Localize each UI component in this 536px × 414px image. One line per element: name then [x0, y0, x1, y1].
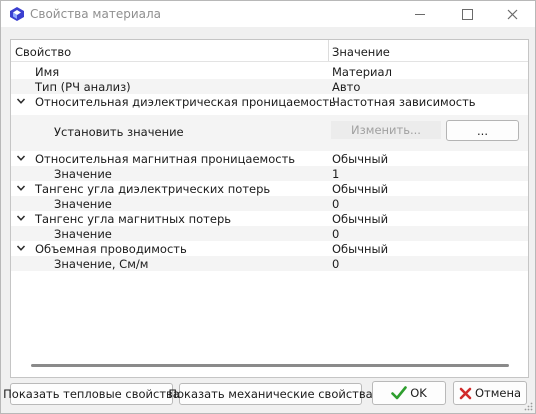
property-row-dielectric-loss-value[interactable]: Значение 0: [11, 196, 528, 211]
property-row-permeability[interactable]: Относительная магнитная проницаемость Об…: [11, 151, 528, 166]
property-label: Тангенс угла диэлектрических потерь: [35, 182, 271, 196]
property-row-set-value: Установить значение Изменить... ...: [11, 115, 528, 151]
material-properties-dialog: Свойства материала Свойство Значение Имя…: [0, 0, 536, 414]
property-label: Относительная диэлектрическая проницаемо…: [35, 95, 336, 109]
property-label: Имя: [35, 65, 60, 79]
property-grid: Свойство Значение Имя Материал Тип (РЧ а…: [10, 39, 529, 378]
chevron-down-icon[interactable]: [16, 213, 26, 223]
chevron-down-icon[interactable]: [16, 243, 26, 253]
show-mechanical-properties-button[interactable]: Показать механические свойства: [168, 383, 373, 405]
property-row-magnetic-loss-value[interactable]: Значение 0: [11, 226, 528, 241]
property-row-magnetic-loss[interactable]: Тангенс угла магнитных потерь Обычный: [11, 211, 528, 226]
property-label: Объемная проводимость: [35, 242, 187, 256]
property-label: Относительная магнитная проницаемость: [35, 152, 296, 166]
horizontal-scrollbar[interactable]: [31, 364, 509, 367]
property-value[interactable]: Материал: [332, 65, 392, 79]
chevron-down-icon[interactable]: [16, 96, 26, 106]
browse-button[interactable]: ...: [446, 120, 519, 141]
header-value[interactable]: Значение: [332, 45, 390, 59]
property-label: Установить значение: [54, 125, 184, 139]
title-bar: Свойства материала: [1, 1, 535, 27]
property-value[interactable]: 1: [332, 167, 339, 181]
property-label: Значение: [54, 227, 112, 241]
property-label: Тангенс угла магнитных потерь: [35, 212, 232, 226]
property-row-dielectric-loss[interactable]: Тангенс угла диэлектрических потерь Обыч…: [11, 181, 528, 196]
property-value[interactable]: Авто: [332, 80, 360, 94]
chevron-down-icon[interactable]: [16, 183, 26, 193]
cross-icon: [459, 387, 472, 399]
grid-header: Свойство Значение: [11, 40, 528, 62]
property-row-type[interactable]: Тип (РЧ анализ) Авто: [11, 79, 528, 94]
property-value[interactable]: 0: [332, 227, 339, 241]
property-row-name[interactable]: Имя Материал: [11, 64, 528, 79]
property-value[interactable]: Обычный: [332, 242, 388, 256]
property-value[interactable]: 0: [332, 197, 339, 211]
maximize-button[interactable]: [444, 1, 490, 27]
property-label: Значение: [54, 167, 112, 181]
app-icon: [10, 7, 24, 21]
chevron-down-icon[interactable]: [16, 153, 26, 163]
minimize-button[interactable]: [397, 1, 443, 27]
close-icon: [507, 9, 517, 19]
property-label: Значение: [54, 197, 112, 211]
close-button[interactable]: [489, 1, 535, 27]
checkmark-icon: [391, 386, 408, 400]
edit-button[interactable]: Изменить...: [331, 121, 441, 139]
property-label: Значение, См/м: [54, 257, 149, 271]
cancel-label: Отмена: [474, 386, 522, 400]
property-row-permeability-value[interactable]: Значение 1: [11, 166, 528, 181]
header-property[interactable]: Свойство: [15, 45, 71, 59]
property-value[interactable]: Обычный: [332, 152, 388, 166]
property-row-conductivity-value[interactable]: Значение, См/м 0: [11, 256, 528, 271]
cancel-button[interactable]: Отмена: [453, 381, 527, 405]
show-thermal-properties-button[interactable]: Показать тепловые свойства: [3, 383, 180, 405]
maximize-icon: [461, 8, 473, 20]
property-row-permittivity[interactable]: Относительная диэлектрическая проницаемо…: [11, 94, 528, 109]
property-row-conductivity[interactable]: Объемная проводимость Обычный: [11, 241, 528, 256]
property-value[interactable]: Обычный: [332, 182, 388, 196]
window-title: Свойства материала: [30, 7, 161, 21]
ok-label: OK: [410, 386, 427, 400]
column-divider[interactable]: [328, 40, 329, 61]
minimize-icon: [415, 13, 425, 15]
property-value[interactable]: Обычный: [332, 212, 388, 226]
resize-grip-icon[interactable]: [523, 401, 533, 411]
property-value[interactable]: 0: [332, 257, 339, 271]
property-label: Тип (РЧ анализ): [35, 80, 131, 94]
ok-button[interactable]: OK: [372, 381, 446, 405]
property-value[interactable]: Частотная зависимость: [332, 95, 476, 109]
